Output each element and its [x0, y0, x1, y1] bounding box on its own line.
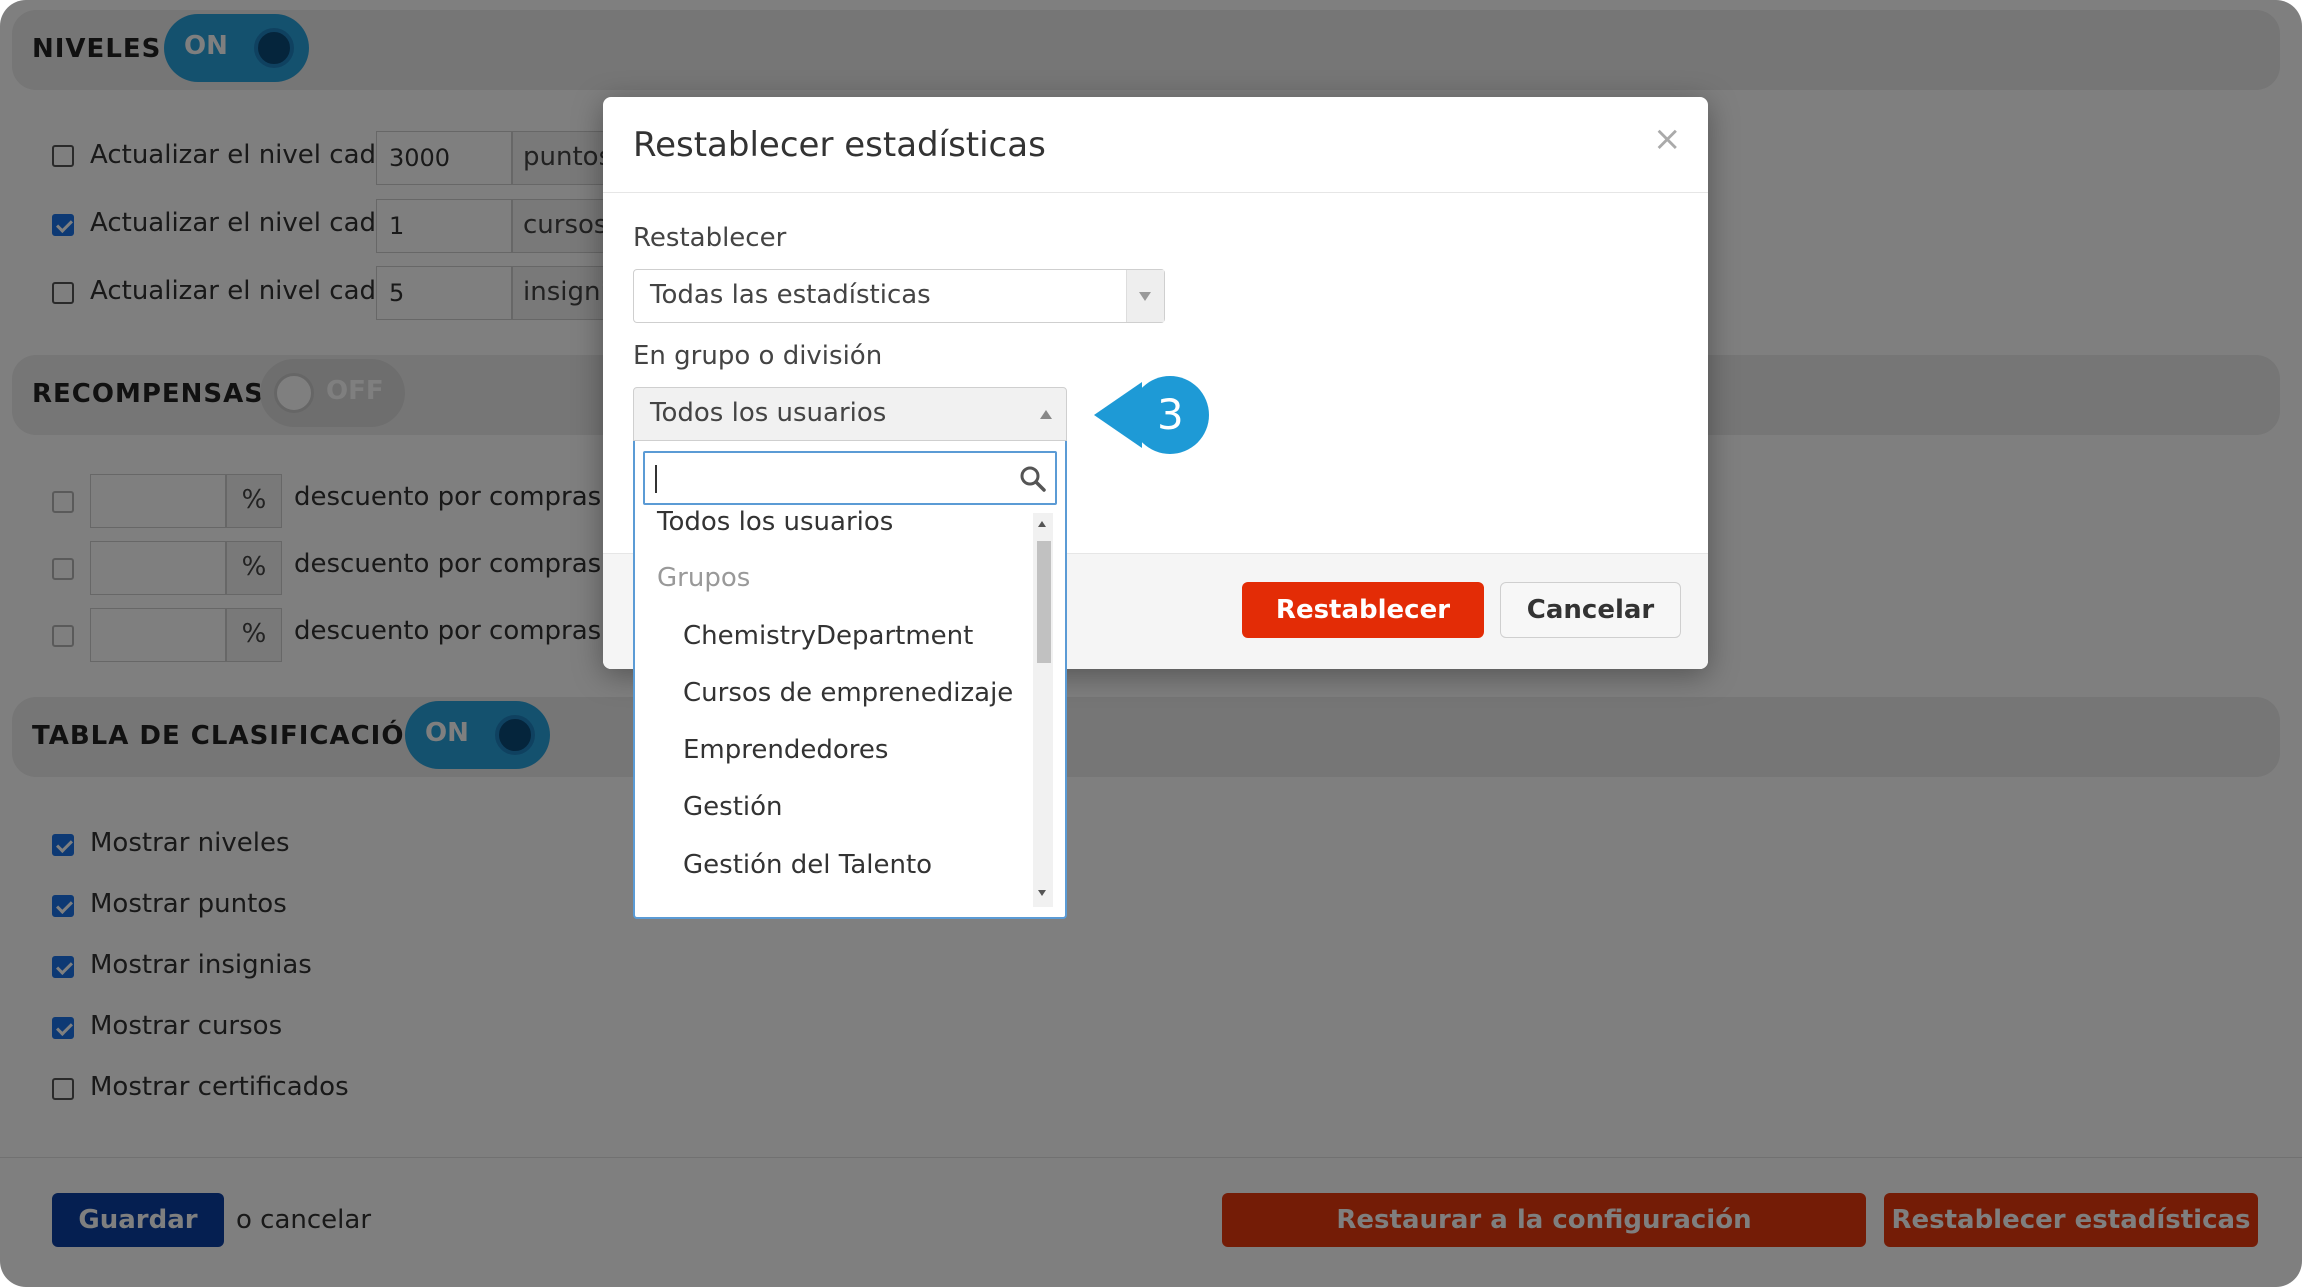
group-dropdown-list: Todos los usuarios Grupos ChemistryDepar…: [633, 441, 1067, 919]
chevron-up-icon: [1040, 410, 1052, 419]
modal-header: Restablecer estadísticas ×: [603, 97, 1708, 193]
group-label: En grupo o división: [633, 341, 883, 371]
dropdown-option[interactable]: Todos los usuarios: [657, 507, 893, 537]
reset-select[interactable]: Todas las estadísticas: [633, 269, 1165, 323]
dropdown-option[interactable]: Gestión: [683, 792, 783, 822]
dropdown-option[interactable]: Emprendedores: [683, 735, 888, 765]
dropdown-group-header: Grupos: [657, 563, 751, 593]
callout-number: 3: [1157, 390, 1184, 439]
dropdown-option[interactable]: ChemistryDepartment: [683, 621, 973, 651]
group-select[interactable]: Todos los usuarios: [633, 387, 1067, 441]
modal-title: Restablecer estadísticas: [633, 125, 1046, 165]
dropdown-option[interactable]: Gestión del Talento: [683, 850, 932, 880]
dropdown-scrollbar-thumb[interactable]: [1037, 541, 1051, 663]
step-callout-marker: [1094, 376, 1209, 454]
modal-cancel-button[interactable]: Cancelar: [1500, 582, 1681, 638]
dropdown-option[interactable]: Cursos de emprenedizaje: [683, 678, 1013, 708]
scroll-down-arrow-icon[interactable]: [1038, 890, 1046, 896]
scroll-up-arrow-icon[interactable]: [1038, 521, 1046, 527]
close-icon[interactable]: ×: [1653, 119, 1682, 159]
dropdown-search-input[interactable]: [643, 451, 1057, 505]
group-select-value: Todos los usuarios: [650, 398, 887, 428]
search-caret: [655, 465, 657, 493]
chevron-down-icon: [1139, 292, 1151, 301]
page: NIVELES ON Actualizar el nivel cada 3000…: [0, 0, 2302, 1287]
search-icon: [1020, 466, 1046, 492]
modal-submit-button[interactable]: Restablecer: [1242, 582, 1484, 638]
reset-label: Restablecer: [633, 223, 787, 253]
reset-select-value: Todas las estadísticas: [650, 280, 931, 310]
